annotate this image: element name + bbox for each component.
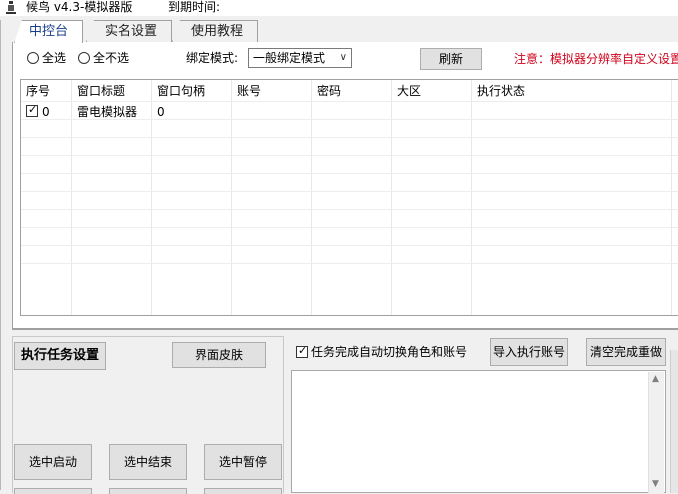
checkmark-icon: ✓ — [298, 344, 308, 357]
partial-button[interactable] — [204, 488, 282, 494]
clear-redo-button[interactable]: 清空完成重做 — [586, 338, 666, 366]
row-divider — [21, 263, 678, 264]
tab-tutorial[interactable]: 使用教程 — [172, 20, 259, 42]
header-status[interactable]: 执行状态 — [477, 84, 525, 98]
select-none-radio[interactable]: 全不选 — [78, 50, 129, 66]
row-checkbox[interactable]: ✓ — [26, 103, 38, 117]
scroll-down-icon[interactable]: ▼ — [652, 479, 659, 489]
resolution-notice: 注意：模拟器分辨率自定义设置 — [514, 52, 678, 66]
left-edge-divider — [0, 20, 1, 490]
radio-circle-icon — [78, 52, 90, 64]
right-edge-strip — [670, 350, 678, 493]
column-divider — [471, 80, 472, 315]
row-divider — [21, 209, 678, 210]
row-divider — [21, 245, 678, 246]
bottom-divider — [12, 329, 678, 330]
header-region[interactable]: 大区 — [397, 84, 421, 98]
exec-task-settings-button[interactable]: 执行任务设置 — [14, 342, 106, 370]
column-divider — [671, 80, 672, 315]
row-divider — [21, 137, 678, 138]
row-divider — [21, 119, 678, 120]
auto-switch-checkbox[interactable]: ✓ 任务完成自动切换角色和账号 — [296, 344, 467, 360]
row-divider — [21, 155, 678, 156]
expiry-label: 到期时间: — [168, 0, 221, 14]
row-divider — [21, 227, 678, 228]
radio-circle-icon — [27, 52, 39, 64]
scroll-up-icon[interactable]: ▲ — [652, 374, 659, 384]
select-all-radio[interactable]: 全选 — [27, 50, 66, 66]
column-divider — [311, 80, 312, 315]
column-divider — [231, 80, 232, 315]
column-divider — [151, 80, 152, 315]
column-divider — [71, 80, 72, 315]
chevron-down-icon: ∨ — [339, 52, 347, 63]
header-window-handle[interactable]: 窗口句柄 — [157, 84, 205, 98]
bind-mode-select[interactable]: 一般绑定模式 ∨ — [248, 48, 352, 68]
row-index: 0 — [42, 105, 50, 119]
select-all-label: 全选 — [42, 51, 67, 65]
row-divider — [21, 101, 678, 102]
auto-switch-label: 任务完成自动切换角色和账号 — [311, 345, 468, 359]
window-table[interactable]: 序号 窗口标题 窗口句柄 账号 密码 大区 执行状态 ✓ 0 雷电模拟器 0 — [20, 79, 678, 316]
select-none-label: 全不选 — [93, 51, 130, 65]
header-window-title[interactable]: 窗口标题 — [77, 84, 125, 98]
header-index[interactable]: 序号 — [26, 84, 50, 98]
column-divider — [391, 80, 392, 315]
skin-button[interactable]: 界面皮肤 — [172, 342, 266, 368]
tab-console[interactable]: 中控台 — [14, 20, 84, 43]
row-window-handle: 0 — [157, 105, 165, 119]
row-divider — [21, 191, 678, 192]
window-title: 候鸟 v4.3-模拟器版 — [26, 0, 133, 14]
row-window-title: 雷电模拟器 — [77, 105, 138, 119]
header-account[interactable]: 账号 — [237, 84, 261, 98]
log-textarea[interactable] — [291, 370, 666, 493]
header-password[interactable]: 密码 — [317, 84, 341, 98]
partial-button[interactable] — [109, 488, 187, 494]
pause-selected-button[interactable]: 选中暂停 — [204, 444, 282, 480]
end-selected-button[interactable]: 选中结束 — [109, 444, 187, 480]
bind-mode-label: 绑定模式: — [186, 51, 239, 65]
bind-mode-value: 一般绑定模式 — [253, 51, 326, 65]
checkbox-box: ✓ — [296, 344, 308, 358]
tab-realname-settings[interactable]: 实名设置 — [86, 20, 173, 42]
row-divider — [21, 173, 678, 174]
app-bird-icon — [6, 1, 16, 14]
partial-button[interactable] — [14, 488, 92, 494]
import-accounts-button[interactable]: 导入执行账号 — [490, 338, 568, 366]
checkmark-icon: ✓ — [28, 103, 38, 116]
start-selected-button[interactable]: 选中启动 — [14, 444, 92, 480]
log-scrollbar[interactable]: ▲ ▼ — [648, 372, 664, 493]
refresh-button[interactable]: 刷新 — [420, 48, 482, 70]
